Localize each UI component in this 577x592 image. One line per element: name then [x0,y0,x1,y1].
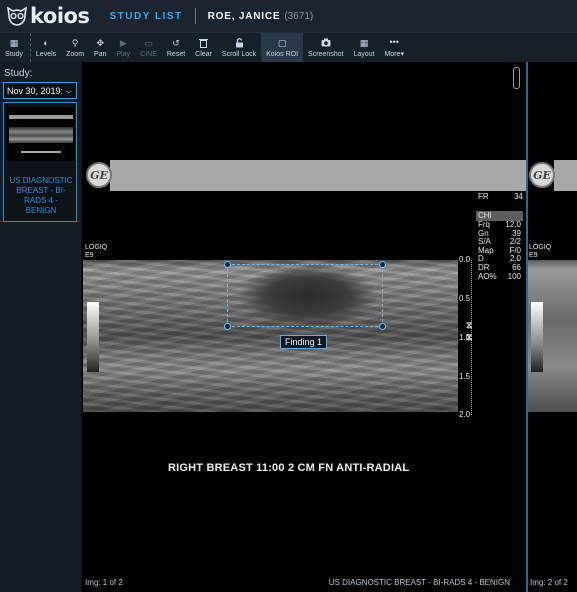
grayscale-bar [87,302,99,372]
zoom-button-label: Zoom [66,50,85,58]
koios-roi-button-label: Koios ROI [266,50,299,58]
frame-rate-value: 34 [514,192,523,201]
device-line-2: E9 [529,252,538,259]
roi-handle[interactable] [379,323,386,330]
camera-icon [321,38,331,49]
clear-button[interactable]: Clear [190,33,217,62]
levels-button-label: Levels [35,50,57,58]
roi-box[interactable] [224,261,386,330]
pan-button-label: Pan [94,50,107,58]
device-line-1: LOGIQ [529,244,552,251]
focus-marker-icon: ⧖ [466,320,473,330]
ge-logo-icon: GE [529,162,555,188]
study-button[interactable]: ▦ Study [0,33,28,62]
thumbnail-description: US DIAGNOSTIC BREAST - BI-RADS 4 - BENIG… [9,176,73,215]
magnifier-icon: ⚲ [71,37,79,48]
roi-handle[interactable] [224,261,231,268]
roi-square-icon: ▢ [277,37,287,48]
focus-marker-icon: ⧖ [466,332,473,342]
depth-tick: 0.0 [459,255,471,264]
koios-roi-button[interactable]: ▢ Koios ROI [261,33,304,62]
layout-button-label: Layout [353,50,375,58]
image-viewport-2[interactable]: GE LOGIQ E9 Img: 2 of 2 [526,62,577,592]
thumbnail-image [7,107,75,161]
image-scroll-handle[interactable] [513,67,520,89]
reset-button-label: Reset [166,50,186,58]
brand-name: koios [30,4,90,28]
scroll-lock-button[interactable]: Scroll Lock [217,33,261,62]
play-button[interactable]: ▶ Play [112,33,136,62]
chevron-down-icon: ⌄ [63,85,75,95]
gray-banner [554,160,577,191]
patient-name: ROE, JANICE [207,10,281,22]
study-label: Study: [4,68,33,79]
roi-handle[interactable] [224,323,231,330]
scroll-lock-button-label: Scroll Lock [221,50,257,58]
finding-label[interactable]: Finding 1 [280,335,328,349]
screenshot-button[interactable]: Screenshot [303,33,348,62]
layout-icon: ▦ [359,37,369,48]
play-icon: ▶ [119,37,127,48]
study-sidebar: Study: Nov 30, 2019: ⌄ US DIAGNOSTIC BRE… [0,62,82,592]
study-list-link[interactable]: STUDY LIST [109,11,182,22]
depth-tick: 1.5 [459,372,471,381]
gray-banner [110,160,526,191]
cine-button-label: CINE [140,50,157,58]
grid-icon: ▦ [9,37,19,48]
toolbar: ▦ Study ◐ Levels ⚲ Zoom ✥ Pan ▶ Play ▭ C… [0,32,577,62]
levels-button[interactable]: ◐ Levels [29,33,61,62]
patient-id: (3671) [284,10,314,22]
image-counter: Img: 1 of 2 [85,578,123,587]
frame-rate-label: FR [478,192,489,201]
screenshot-button-label: Screenshot [308,50,344,58]
more-icon: ••• [389,37,399,47]
image-counter: Img: 2 of 2 [530,578,568,587]
more-button[interactable]: ••• More▾ [380,33,409,62]
depth-tick: 0.5 [459,294,471,303]
image-annotation: RIGHT BREAST 11:00 2 CM FN ANTI-RADIAL [168,462,410,474]
cine-button[interactable]: ▭ CINE [135,33,162,62]
zoom-button[interactable]: ⚲ Zoom [61,33,89,62]
ge-logo-icon: GE [86,162,112,188]
depth-tick: 2.0 [459,410,471,419]
device-label: LOGIQ E9 [529,244,551,260]
reset-button[interactable]: ↺ Reset [162,33,190,62]
more-button-label: More▾ [384,51,404,58]
study-button-label: Study [5,50,23,58]
series-thumbnail[interactable]: US DIAGNOSTIC BREAST - BI-RADS 4 - BENIG… [3,102,77,222]
owl-logo-icon [6,6,28,26]
layout-button[interactable]: ▦ Layout [348,33,379,62]
series-description: US DIAGNOSTIC BREAST - BI-RADS 4 - BENIG… [328,578,510,587]
image-viewport-1[interactable]: GE FR 34 CHI Frq 12.0 Gn 39 S/A 2/2 Map F/0 … [83,62,526,592]
grayscale-bar [531,302,543,372]
undo-icon: ↺ [172,37,180,48]
frame-rate: FR 34 [478,192,523,201]
play-button-label: Play [116,50,131,58]
device-label: LOGIQ E9 [85,244,107,260]
acquisition-parameters: CHI Frq 12.0 Gn 39 S/A 2/2 Map F/0 D 2.0 DR 66… [476,211,523,281]
contrast-icon: ◐ [43,37,49,48]
top-header: koios STUDY LIST ROE, JANICE (3671) [0,0,577,32]
koios-logo[interactable]: koios [6,4,90,28]
roi-handle[interactable] [379,261,386,268]
clear-button-label: Clear [195,50,212,58]
param-row: AO% 100 [478,271,521,281]
study-date-value: Nov 30, 2019: [7,85,64,96]
film-icon: ▭ [144,37,153,48]
move-icon: ✥ [96,37,105,48]
lock-icon [235,37,244,49]
pan-button[interactable]: ✥ Pan [89,33,111,62]
trash-icon [199,38,209,49]
device-line-2: E9 [85,252,94,259]
header-divider [194,8,196,24]
study-date-select[interactable]: Nov 30, 2019: ⌄ [3,82,77,99]
device-line-1: LOGIQ [85,244,108,251]
